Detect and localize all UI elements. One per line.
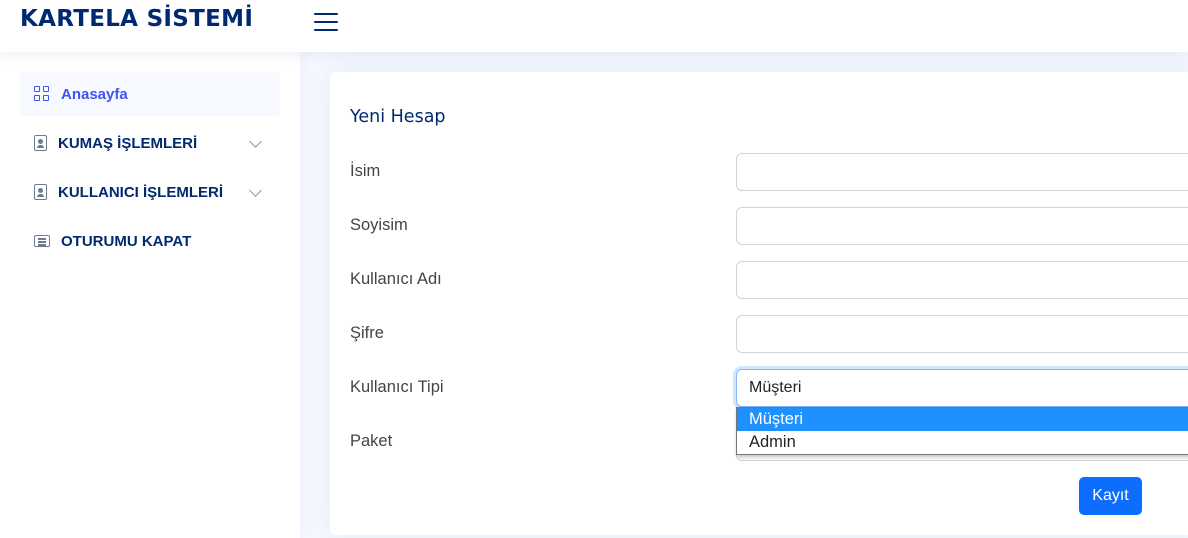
soyisim-label: Soyisim — [350, 216, 408, 234]
sidebar-item-kumas-islemleri[interactable]: KUMAŞ İŞLEMLERİ — [20, 121, 280, 165]
sifre-label: Şifre — [350, 324, 384, 342]
kullanici-adi-label: Kullanıcı Adı — [350, 270, 442, 288]
sidebar-item-label: OTURUMU KAPAT — [61, 232, 192, 250]
option-admin[interactable]: Admin — [737, 431, 1188, 454]
kayit-button[interactable]: Kayıt — [1079, 477, 1142, 515]
chevron-down-icon — [249, 135, 262, 148]
sidebar-item-label: KULLANICI İŞLEMLERİ — [58, 183, 223, 201]
kullanici-tipi-select[interactable]: Müşteri — [736, 369, 1188, 407]
selected-value: Müşteri — [749, 379, 802, 396]
card-title: Yeni Hesap — [350, 107, 446, 127]
paket-label: Paket — [350, 432, 393, 450]
kullanici-tipi-dropdown: Müşteri Admin — [736, 407, 1188, 455]
sidebar: Anasayfa KUMAŞ İŞLEMLERİ KULLANICI İŞLEM… — [0, 52, 300, 538]
top-header: KARTELA SİSTEMİ — [0, 0, 1188, 52]
sidebar-item-oturumu-kapat[interactable]: OTURUMU KAPAT — [20, 219, 280, 263]
kullanici-adi-input[interactable] — [736, 261, 1188, 299]
sidebar-item-label: KUMAŞ İŞLEMLERİ — [58, 134, 198, 152]
sifre-input[interactable] — [736, 315, 1188, 353]
person-badge-icon — [34, 184, 47, 200]
new-account-card: Yeni Hesap İsim Soyisim Kullanıcı Adı Şi… — [330, 72, 1188, 535]
sidebar-item-label: Anasayfa — [61, 85, 128, 103]
grid-icon — [34, 86, 50, 102]
chevron-down-icon — [249, 184, 262, 197]
person-badge-icon — [34, 135, 47, 151]
option-musteri[interactable]: Müşteri — [737, 408, 1188, 431]
kullanici-tipi-label: Kullanıcı Tipi — [350, 378, 444, 396]
sidebar-item-kullanici-islemleri[interactable]: KULLANICI İŞLEMLERİ — [20, 170, 280, 214]
soyisim-input[interactable] — [736, 207, 1188, 245]
hamburger-menu-icon[interactable] — [314, 11, 338, 33]
sidebar-item-anasayfa[interactable]: Anasayfa — [20, 72, 280, 116]
isim-label: İsim — [350, 162, 381, 180]
card-list-icon — [34, 235, 50, 247]
app-logo[interactable]: KARTELA SİSTEMİ — [20, 6, 253, 32]
isim-input[interactable] — [736, 153, 1188, 191]
